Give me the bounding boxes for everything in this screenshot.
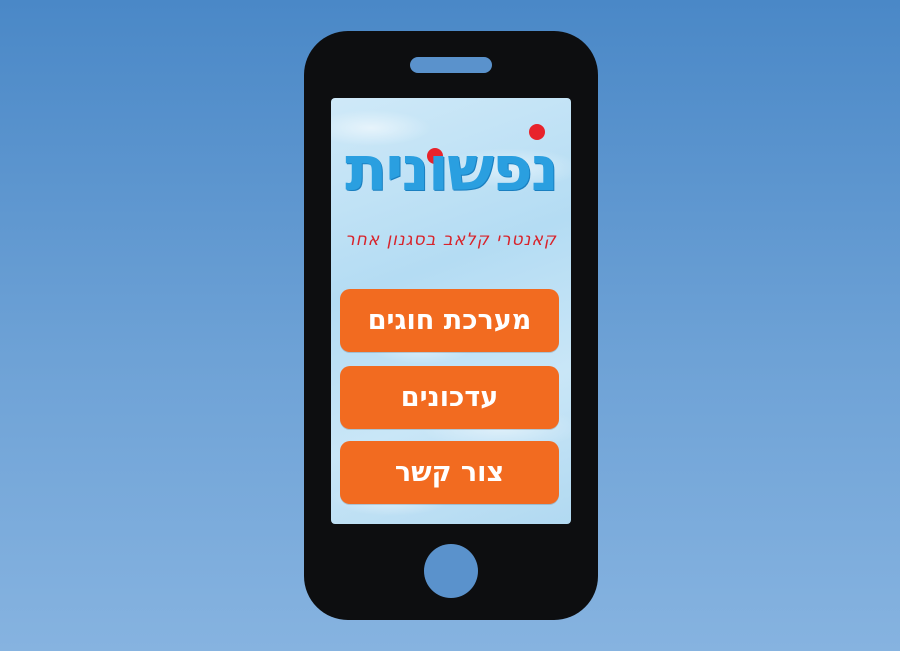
logo-title: נפשונית bbox=[345, 132, 559, 205]
classes-schedule-button[interactable]: מערכת חוגים bbox=[340, 289, 559, 352]
app-tagline: קאנטרי קלאב בסגנון אחר bbox=[345, 230, 557, 250]
phone-speaker bbox=[410, 57, 492, 73]
contact-button[interactable]: צור קשר bbox=[340, 441, 559, 504]
app-logo: נפשונית bbox=[331, 114, 571, 234]
phone-frame: נפשונית קאנטרי קלאב בסגנון אחר מערכת חוג… bbox=[304, 31, 598, 620]
updates-button[interactable]: עדכונים bbox=[340, 366, 559, 429]
app-screen: נפשונית קאנטרי קלאב בסגנון אחר מערכת חוג… bbox=[331, 98, 571, 524]
home-button[interactable] bbox=[424, 544, 478, 598]
